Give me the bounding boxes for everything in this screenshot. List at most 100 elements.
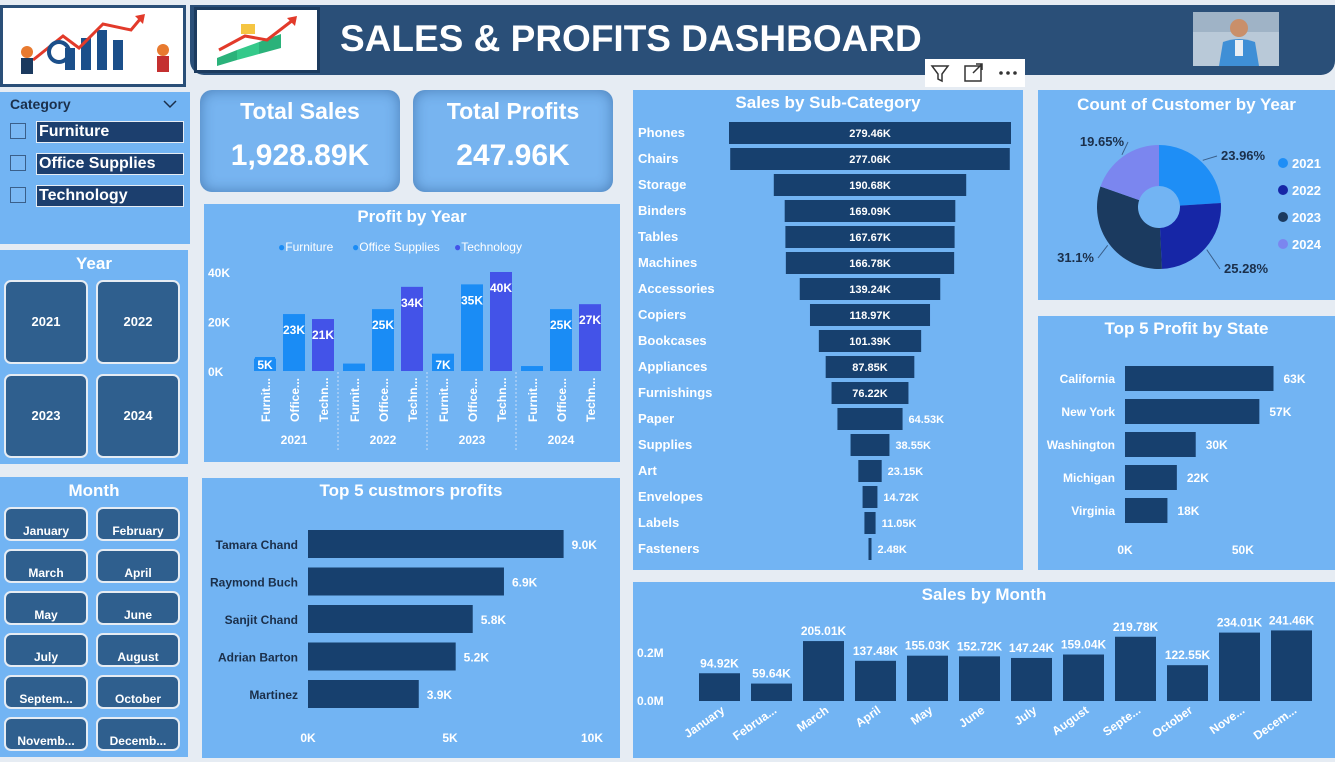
x-category-label: Techn... [495,378,509,422]
y-category-label: Supplies [638,437,692,452]
month-button[interactable]: January [4,507,88,541]
year-button-2021[interactable]: 2021 [4,280,88,364]
data-label: 147.24K [1009,641,1055,655]
group-label: 2023 [459,433,486,447]
x-category-label: Februa... [730,703,779,743]
x-category-label: April [853,703,883,730]
data-label: 94.92K [700,656,739,670]
x-category-label: Techn... [406,378,420,422]
top5-customers-chart[interactable]: Top 5 custmors profits Tamara Chand 9.0K R… [202,478,620,758]
data-label: 166.78K [849,258,891,270]
year-button-2023[interactable]: 2023 [4,374,88,458]
sales-by-subcategory-chart[interactable]: Sales by Sub-Category Phones 279.46K Chair… [633,90,1023,570]
y-category-label: Phones [638,125,685,140]
logo-panel [0,5,186,87]
leader-line [1202,155,1218,161]
legend-label: 2023 [1292,210,1321,225]
month-button[interactable]: February [96,507,180,541]
month-button[interactable]: Novemb... [4,717,88,751]
customer-count-by-year-chart[interactable]: Count of Customer by Year 23.96% 25.28% 31… [1038,90,1335,300]
profit-by-year-chart[interactable]: Profit by Year ●Furniture ●Office Suppli… [204,204,620,462]
data-label: 5K [257,358,273,372]
bar [308,642,456,671]
total-profits-value: 247.96K [456,139,570,172]
y-category-label: Accessories [638,281,715,296]
month-button[interactable]: April [96,549,180,583]
sales-by-month-plot: 0.0M 0.2M 94.92K January 59.64K Februa... 205.… [637,613,1315,743]
bar [850,434,890,456]
data-label: 101.39K [849,336,891,348]
header-logo [194,7,320,73]
checkbox[interactable] [10,187,26,203]
y-category-label: Washington [1047,438,1115,452]
year-button-2024[interactable]: 2024 [96,374,180,458]
bar [1115,636,1156,701]
data-label: 219.78K [1113,620,1159,634]
sales-by-month-chart[interactable]: Sales by Month 0.0M 0.2M 94.92K January 59.6… [633,582,1335,758]
checkbox[interactable] [10,155,26,171]
more-options-icon[interactable] [995,61,1021,85]
y-category-label: Bookcases [638,333,707,348]
bar [751,683,792,701]
month-button[interactable]: June [96,591,180,625]
top5-profit-by-state-chart[interactable]: Top 5 Profit by State California 63K New Y… [1038,316,1335,570]
month-button[interactable]: May [4,591,88,625]
data-label: 277.06K [849,154,891,166]
data-label: 18K [1177,504,1199,518]
group-label: 2021 [281,433,308,447]
year-button-2022[interactable]: 2022 [96,280,180,364]
month-button[interactable]: August [96,633,180,667]
y-category-label: Labels [638,515,679,530]
legend-marker [1278,158,1288,168]
donut-slice [1097,186,1162,269]
checkbox[interactable] [10,123,26,139]
data-label: 22K [1187,471,1209,485]
bar [1125,366,1274,391]
month-button[interactable]: Decemb... [96,717,180,751]
data-label: 5.8K [481,613,507,627]
month-button[interactable]: July [4,633,88,667]
data-label: 27K [579,313,601,327]
legend-marker [1278,212,1288,222]
month-slicer: Month January February March April May June Ju… [0,477,188,757]
data-label: 31.1% [1057,250,1094,265]
y-category-label: Adrian Barton [218,651,298,665]
focus-mode-icon[interactable] [961,61,987,85]
y-category-label: Paper [638,411,674,426]
data-label: 34K [401,296,423,310]
data-label: 57K [1269,405,1291,419]
total-sales-label: Total Sales [240,98,360,124]
y-category-label: Tamara Chand [216,538,298,552]
data-label: 152.72K [957,639,1003,653]
y-category-label: Martinez [249,688,298,702]
person-avatar-icon [1193,12,1279,66]
month-button[interactable]: October [96,675,180,709]
x-category-label: Office... [288,378,302,422]
bar [959,656,1000,701]
header-bar: SALES & PROFITS DASHBOARD [190,5,1335,75]
data-label: 122.55K [1165,648,1211,662]
stairs-growth-icon [217,16,297,66]
x-category-label: Nove... [1207,703,1247,737]
filter-icon[interactable] [927,61,953,85]
bar [699,673,740,701]
bar [837,408,903,430]
x-category-label: Furnit... [437,378,451,422]
x-tick-label: 10K [581,731,603,745]
data-label: 2.48K [878,544,907,556]
x-tick-label: 50K [1232,543,1254,557]
month-button[interactable]: March [4,549,88,583]
top5-state-plot: California 63K New York 57K Washington 30K Mic… [1047,366,1306,557]
y-category-label: Chairs [638,151,678,166]
x-category-label: Office... [555,378,569,422]
y-category-label: Machines [638,255,697,270]
bar [1125,465,1177,490]
chevron-down-icon[interactable] [162,96,178,110]
legend-marker [1278,185,1288,195]
month-button[interactable]: Septem... [4,675,88,709]
group-label: 2024 [548,433,575,447]
x-category-label: Office... [377,378,391,422]
y-category-label: California [1060,372,1116,386]
y-category-label: Envelopes [638,489,703,504]
x-category-label: January [681,703,727,741]
